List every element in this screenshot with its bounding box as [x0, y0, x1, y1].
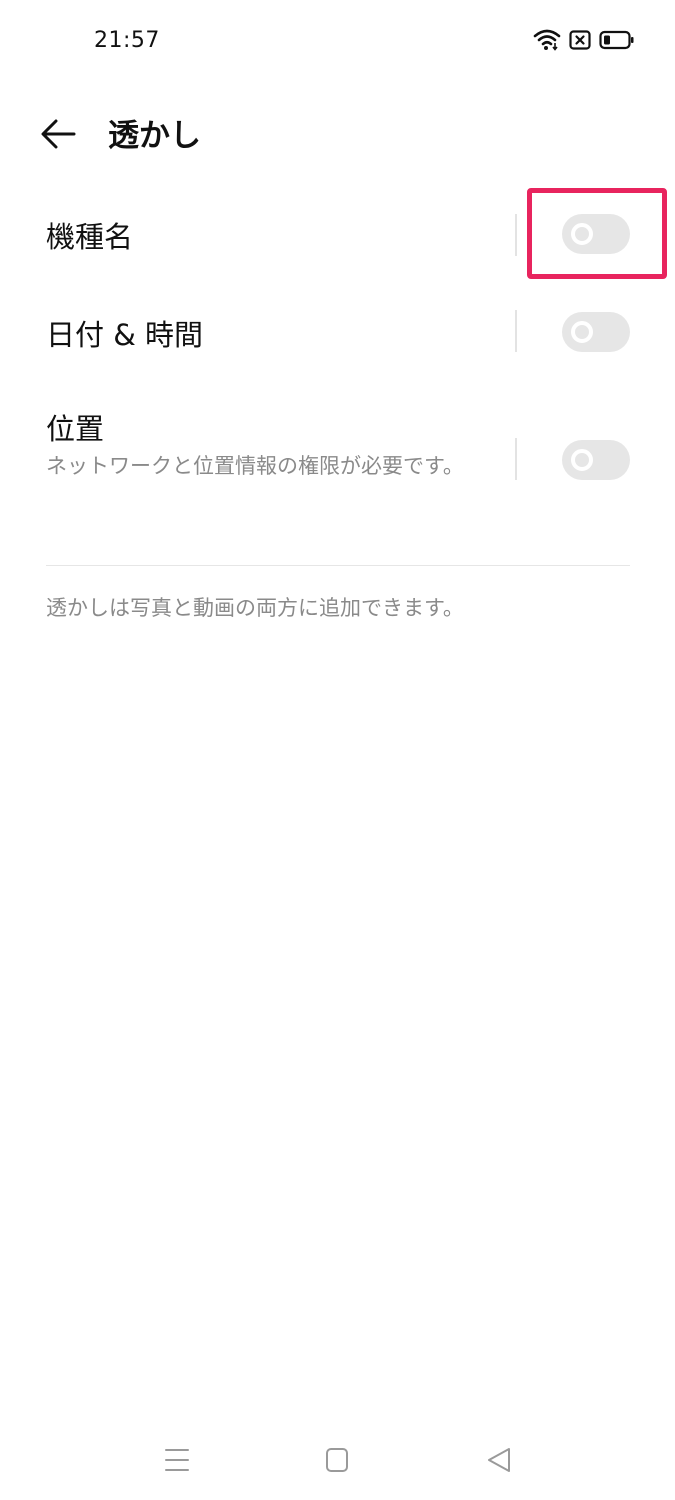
date-time-toggle[interactable]	[562, 312, 630, 352]
page-title: 透かし	[108, 118, 201, 154]
setting-title: 機種名	[46, 220, 134, 254]
setting-row-location[interactable]: 位置 ネットワークと位置情報の権限が必要です。	[0, 400, 675, 530]
back-triangle-icon[interactable]	[480, 1442, 520, 1478]
section-divider	[46, 565, 630, 566]
setting-row-date-time[interactable]: 日付 & 時間	[0, 296, 675, 386]
back-arrow-icon[interactable]	[38, 116, 78, 152]
location-toggle[interactable]	[562, 440, 630, 480]
setting-title: 日付 & 時間	[46, 318, 204, 352]
row-divider	[515, 310, 517, 352]
toggle-knob	[571, 321, 593, 343]
row-divider	[515, 438, 517, 480]
menu-icon[interactable]	[157, 1442, 197, 1478]
wifi-icon	[533, 29, 561, 51]
status-icons	[533, 28, 635, 52]
setting-title: 位置	[46, 412, 105, 446]
home-icon[interactable]	[317, 1442, 357, 1478]
footer-note: 透かしは写真と動画の両方に追加できます。	[46, 596, 464, 620]
row-divider	[515, 214, 517, 256]
status-time: 21:57	[94, 28, 160, 53]
highlight-frame	[527, 188, 667, 279]
battery-icon	[599, 30, 634, 50]
app-header: 透かし	[0, 86, 675, 182]
sim-error-icon	[569, 30, 591, 50]
toggle-knob	[571, 449, 593, 471]
setting-description: ネットワークと位置情報の権限が必要です。	[46, 454, 464, 478]
navigation-bar	[0, 1420, 675, 1500]
status-bar: 21:57	[0, 0, 675, 86]
